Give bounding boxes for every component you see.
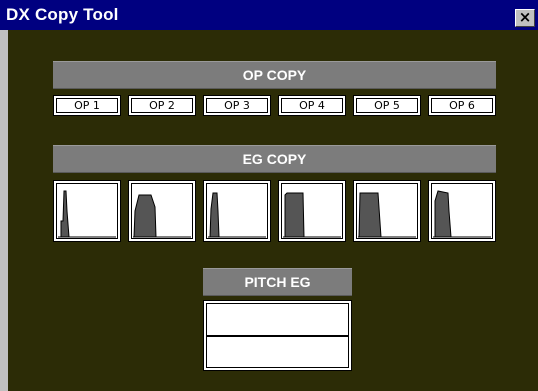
op-5-button[interactable]: OP 5 — [353, 95, 421, 116]
eg-copy-op-3-button[interactable] — [203, 180, 271, 242]
op-copy-header: OP COPY — [53, 61, 496, 89]
close-button[interactable]: × — [515, 9, 535, 27]
envelope-graph-icon — [358, 192, 416, 238]
op-1-button[interactable]: OP 1 — [53, 95, 121, 116]
pitch-eg-top-button[interactable] — [207, 304, 348, 335]
dx-copy-tool-window: DX Copy Tool × OP COPY OP 1 OP 2 OP 3 OP… — [0, 0, 538, 391]
close-icon: × — [518, 8, 532, 26]
op-2-button[interactable]: OP 2 — [128, 95, 196, 116]
eg-copy-op-6-button[interactable] — [428, 180, 496, 242]
pitch-eg-bottom-button[interactable] — [207, 337, 348, 368]
window-title: DX Copy Tool — [6, 5, 119, 24]
envelope-graph-icon — [133, 194, 191, 238]
op-4-button[interactable]: OP 4 — [278, 95, 346, 116]
envelope-graph-icon — [433, 190, 491, 238]
envelope-graph-icon — [283, 192, 341, 238]
eg-copy-op-4-button[interactable] — [278, 180, 346, 242]
eg-copy-header: EG COPY — [53, 145, 496, 173]
envelope-graph-icon — [58, 190, 116, 238]
eg-copy-op-1-button[interactable] — [53, 180, 121, 242]
eg-copy-op-5-button[interactable] — [353, 180, 421, 242]
op-6-button[interactable]: OP 6 — [428, 95, 496, 116]
title-bar[interactable]: DX Copy Tool × — [0, 0, 538, 30]
envelope-graph-icon — [208, 192, 266, 238]
pitch-eg-panel — [203, 300, 352, 371]
eg-copy-op-2-button[interactable] — [128, 180, 196, 242]
pitch-eg-header: PITCH EG — [203, 268, 352, 296]
op-3-button[interactable]: OP 3 — [203, 95, 271, 116]
